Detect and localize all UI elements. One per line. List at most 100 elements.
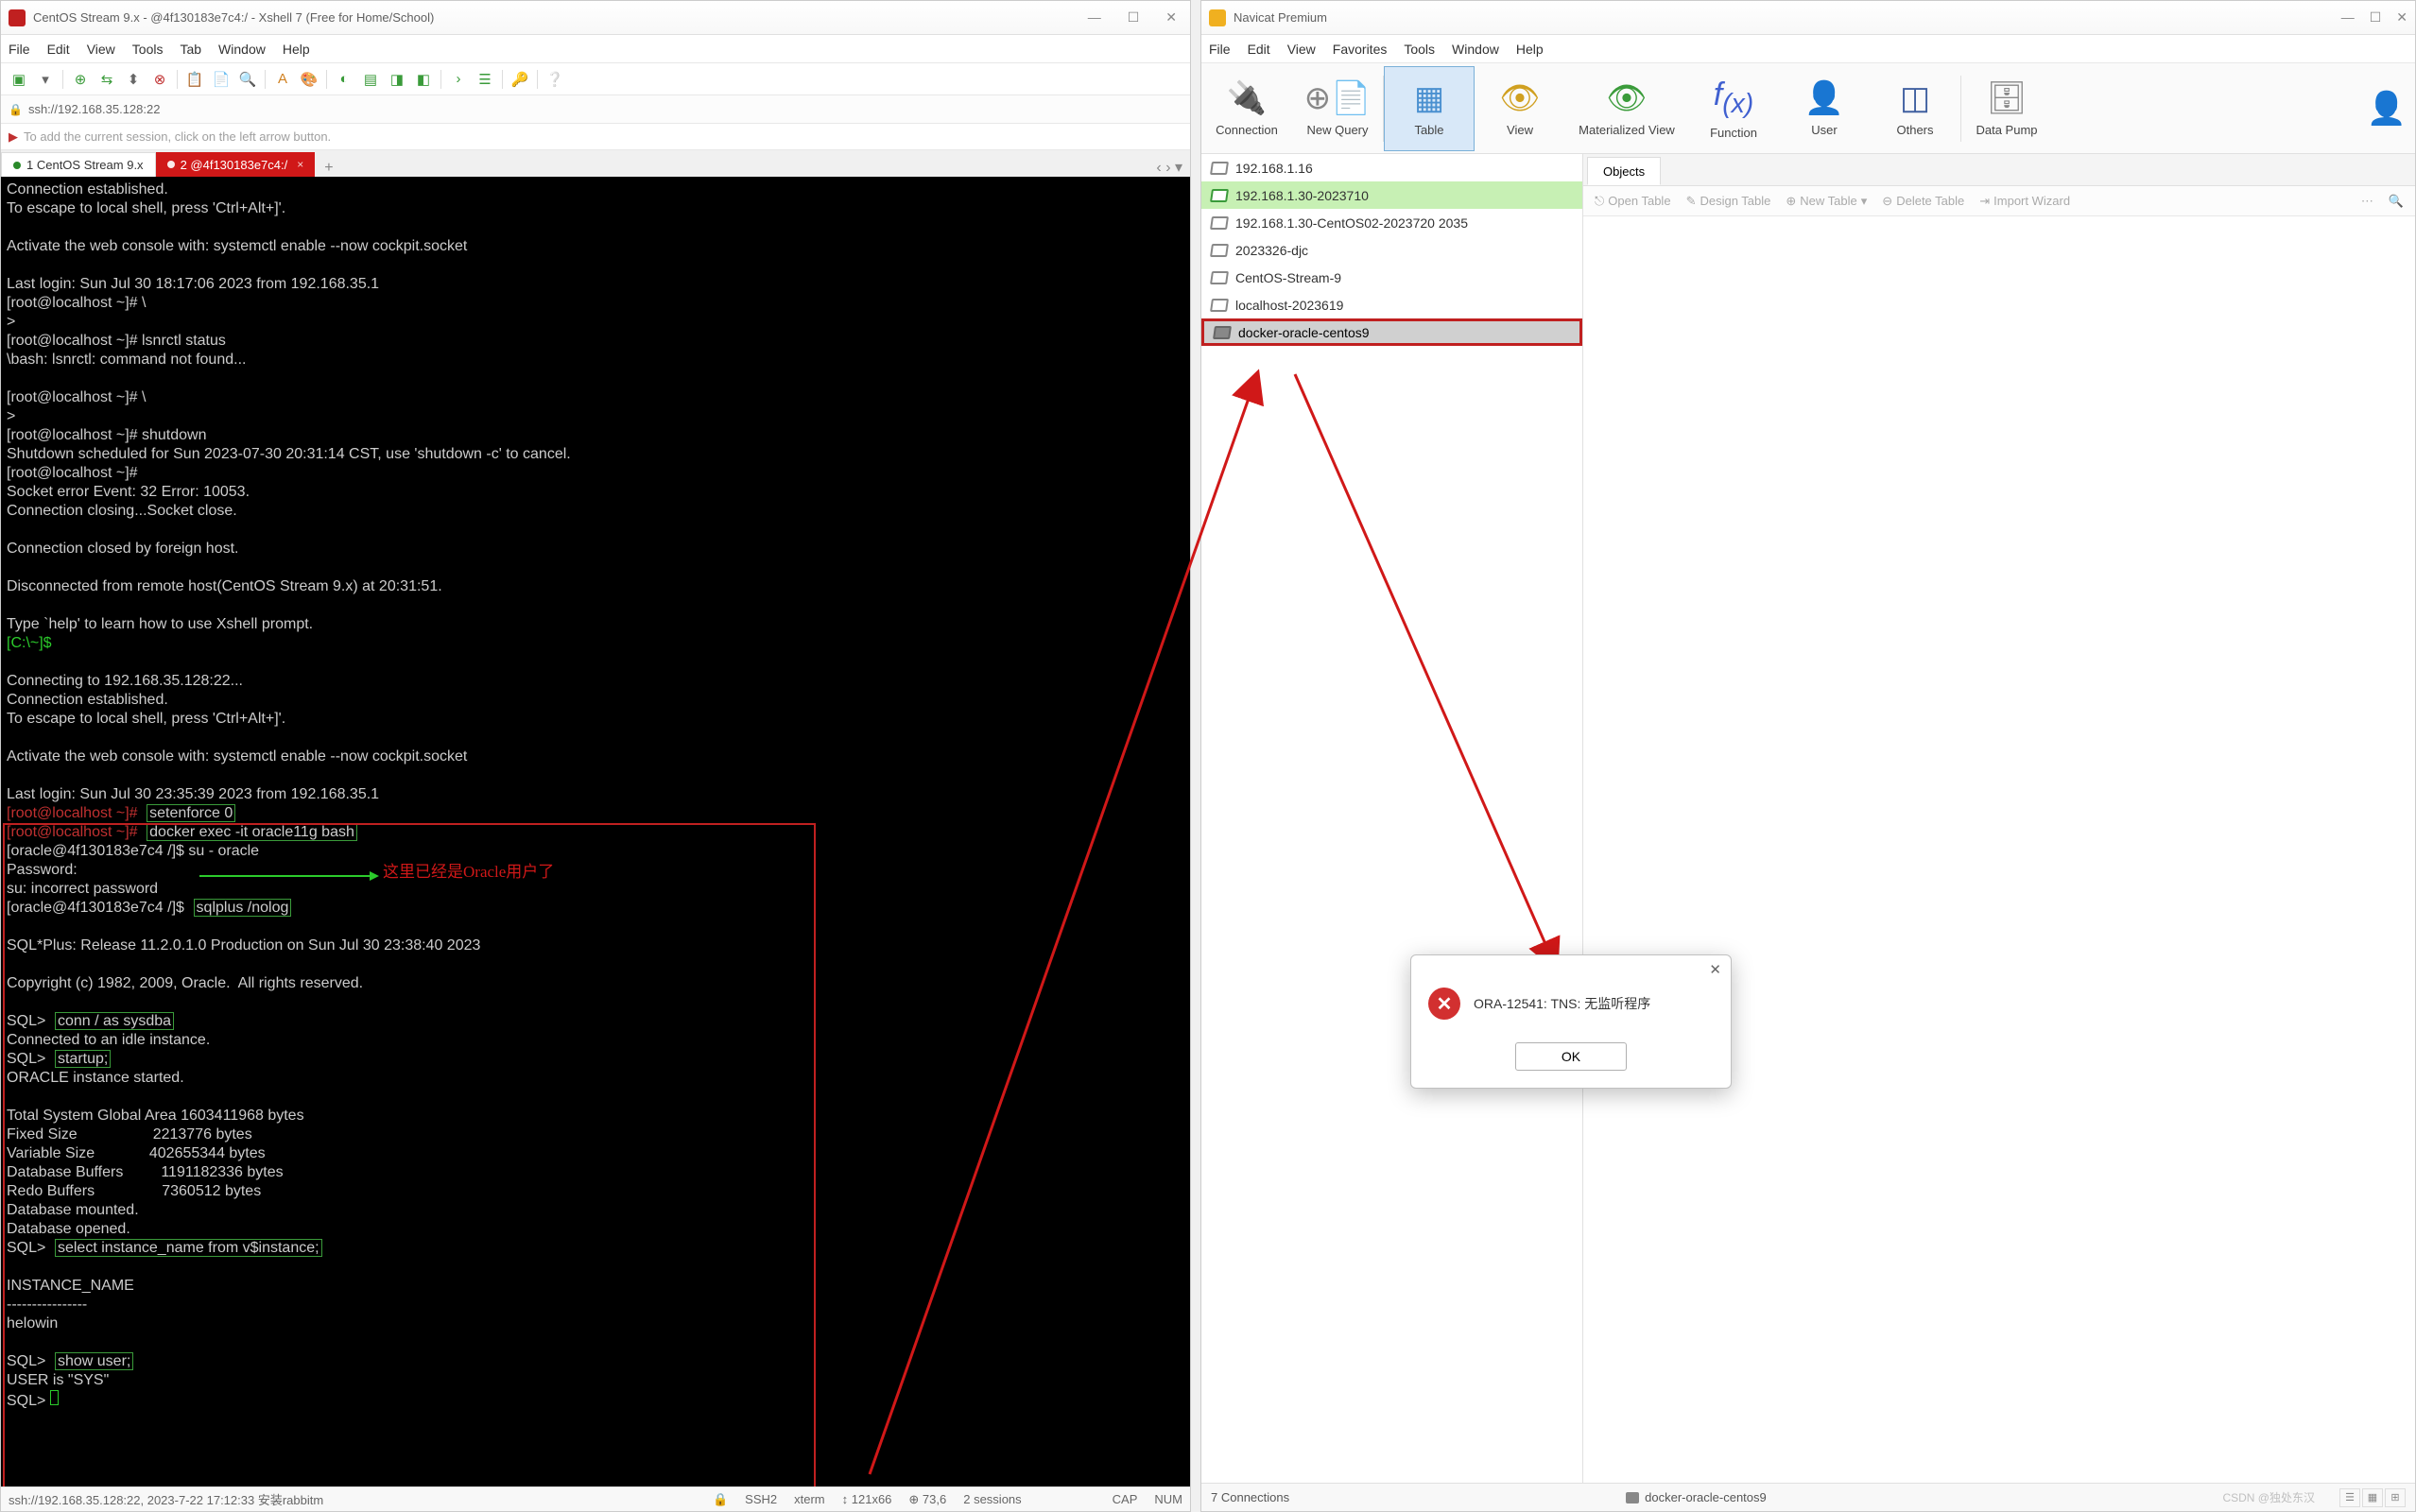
xshell-title: CentOS Stream 9.x - @4f130183e7c4:/ - Xs… [33,10,1082,25]
menu-edit[interactable]: Edit [47,42,70,57]
view-button[interactable]: 👁 View [1475,66,1565,151]
color-icon[interactable]: 🎨 [297,67,321,92]
mview-icon: 👁 [1606,79,1647,117]
minimize-button[interactable]: — [2341,9,2355,26]
menu-view[interactable]: View [1287,42,1316,57]
help-icon[interactable]: ❔ [543,67,567,92]
object-content [1583,216,2415,1483]
delete-table-button[interactable]: ⊖Delete Table [1876,194,1970,209]
search-icon[interactable]: 🔍 [235,67,260,92]
grid-view-icon[interactable]: ⊞ [2385,1488,2406,1507]
plug-icon: 🔌 [1227,79,1267,117]
open-table-button[interactable]: ⎋Open Table [1589,194,1677,209]
navicat-title-bar: Navicat Premium — ☐ ✕ [1201,1,2415,35]
open-icon[interactable]: ▾ [33,67,58,92]
tool1-icon[interactable]: ◐ [332,67,356,92]
xshell-menu-bar: File Edit View Tools Tab Window Help [1,35,1190,63]
menu-file[interactable]: File [9,42,30,57]
data-pump-button[interactable]: 🗄 Data Pump [1961,66,2052,151]
connection-button[interactable]: 🔌 Connection [1201,66,1292,151]
tab-menu-icon[interactable]: ‹ › ▾ [1148,158,1190,177]
menu-file[interactable]: File [1209,42,1231,57]
ftp-icon[interactable]: ⬍ [121,67,146,92]
menu-tools[interactable]: Tools [132,42,164,57]
ok-button[interactable]: OK [1515,1042,1627,1071]
session-tab-bar: 1 CentOS Stream 9.x 2 @4f130183e7c4:/ × … [1,150,1190,177]
maximize-button[interactable]: ☐ [1122,8,1146,27]
key-icon[interactable]: 🔑 [508,67,532,92]
detail-view-icon[interactable]: ▦ [2362,1488,2383,1507]
tab-centos[interactable]: 1 CentOS Stream 9.x [1,152,156,177]
menu-window[interactable]: Window [1452,42,1499,57]
xshell-title-bar: CentOS Stream 9.x - @4f130183e7c4:/ - Xs… [1,1,1190,35]
navicat-status-bar: 7 Connections docker-oracle-centos9 CSDN… [1201,1483,2415,1511]
view-icon: 👁 [1499,79,1540,117]
others-button[interactable]: ◫ Others [1870,66,1960,151]
terminal[interactable]: Connection established. To escape to loc… [1,177,1190,1486]
more-icon[interactable]: ⋯ [2356,194,2379,209]
minimize-button[interactable]: — [1082,8,1107,27]
tool5-icon[interactable]: ☰ [473,67,497,92]
address-text[interactable]: ssh://192.168.35.128:22 [28,102,1182,116]
objects-tab[interactable]: Objects [1587,157,1661,185]
close-button[interactable]: ✕ [1160,8,1182,27]
new-query-button[interactable]: ⊕📄 New Query [1292,66,1383,151]
connection-item[interactable]: 192.168.1.16 [1201,154,1582,181]
chevron-down-icon: ▾ [1861,194,1868,209]
navicat-toolbar: 🔌 Connection ⊕📄 New Query ▦ Table 👁 View… [1201,63,2415,154]
menu-tab[interactable]: Tab [180,42,201,57]
list-view-icon[interactable]: ☰ [2339,1488,2360,1507]
navicat-app-icon [1209,9,1226,26]
import-wizard-button[interactable]: ⇥Import Wizard [1974,194,2076,209]
tab-label: 2 @4f130183e7c4:/ [181,158,288,172]
minus-icon: ⊖ [1882,194,1892,209]
window-controls: — ☐ ✕ [1082,8,1182,27]
maximize-button[interactable]: ☐ [2370,9,2382,26]
close-button[interactable]: ✕ [2396,9,2407,26]
new-table-button[interactable]: ⊕New Table ▾ [1780,194,1872,209]
menu-help[interactable]: Help [283,42,310,57]
new-session-icon[interactable]: ▣ [7,67,31,92]
tool3-icon[interactable]: ◨ [385,67,409,92]
menu-window[interactable]: Window [218,42,266,57]
connection-item[interactable]: 192.168.1.30-2023710 [1201,181,1582,209]
tab-close-icon[interactable]: × [297,158,303,171]
search-icon[interactable]: 🔍 [2383,194,2409,209]
menu-view[interactable]: View [87,42,115,57]
ssh-lock-icon: 🔒 [713,1492,728,1507]
hint-arrow-icon: ▶ [9,129,18,145]
design-table-button[interactable]: ✎Design Table [1681,194,1777,209]
connection-item-docker-oracle[interactable]: docker-oracle-centos9 [1201,318,1582,346]
connection-item[interactable]: CentOS-Stream-9 [1201,264,1582,291]
datapump-icon: 🗄 [1986,79,2027,117]
menu-favorites[interactable]: Favorites [1333,42,1388,57]
user-button[interactable]: 👤 User [1779,66,1870,151]
dialog-close-button[interactable]: ✕ [1709,961,1721,978]
disconnect-icon[interactable]: ⊗ [147,67,172,92]
connection-item[interactable]: 2023326-djc [1201,236,1582,264]
run-icon[interactable]: › [446,67,471,92]
tool2-icon[interactable]: ▤ [358,67,383,92]
add-icon[interactable]: ⊕ [68,67,93,92]
annotation-box [3,823,816,1486]
copy-icon[interactable]: 📋 [182,67,207,92]
connect-icon[interactable]: ⇆ [95,67,119,92]
menu-tools[interactable]: Tools [1404,42,1435,57]
new-tab-button[interactable]: + [315,160,342,177]
status-dot-icon [167,161,175,168]
function-button[interactable]: f(x) Function [1688,66,1779,151]
db-icon [1626,1492,1639,1503]
materialized-view-button[interactable]: 👁 Materialized View [1565,66,1688,151]
connection-item[interactable]: 192.168.1.30-CentOS02-2023720 2035 [1201,209,1582,236]
menu-help[interactable]: Help [1516,42,1544,57]
tool4-icon[interactable]: ◧ [411,67,436,92]
menu-edit[interactable]: Edit [1248,42,1270,57]
xshell-app-icon [9,9,26,26]
tab-container[interactable]: 2 @4f130183e7c4:/ × [156,152,316,177]
status-cap: CAP [1113,1492,1138,1506]
font-icon[interactable]: A [270,67,295,92]
paste-icon[interactable]: 📄 [209,67,233,92]
account-button[interactable]: 👤 [2358,66,2415,151]
connection-item[interactable]: localhost-2023619 [1201,291,1582,318]
table-button[interactable]: ▦ Table [1384,66,1475,151]
